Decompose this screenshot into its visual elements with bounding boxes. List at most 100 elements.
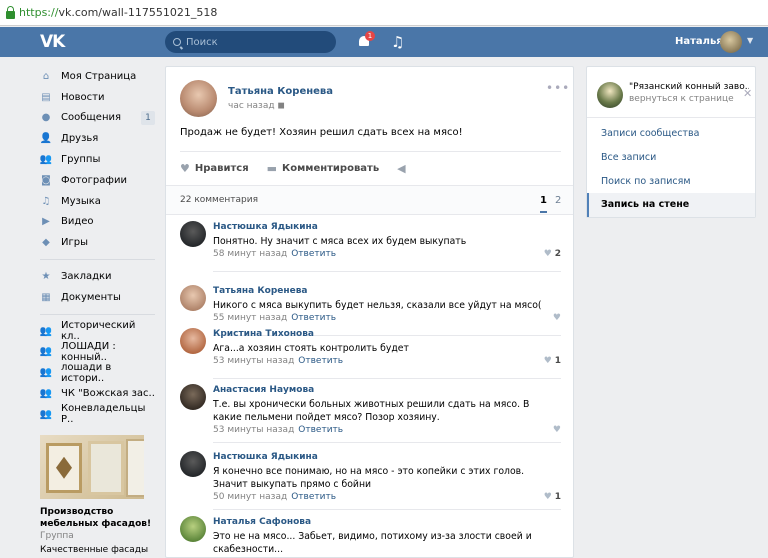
- sidebar-group-0[interactable]: 👥 Исторический кл..: [39, 320, 155, 342]
- comment-like-button[interactable]: ♥: [553, 425, 561, 435]
- lock-icon: [6, 5, 15, 19]
- sidebar-item-0[interactable]: ⌂ Моя Страница: [40, 66, 155, 87]
- all-posts-link[interactable]: Все записи: [601, 152, 656, 163]
- sidebar-item-4[interactable]: 👥 Группы: [40, 149, 155, 170]
- comment-author[interactable]: Татьяна Коренева: [213, 286, 308, 296]
- user-avatar[interactable]: [720, 31, 742, 53]
- sidebar-item-label: Фотографии: [61, 174, 127, 186]
- comment-time[interactable]: 53 минуты назад: [213, 356, 294, 366]
- sidebar-group-2[interactable]: 👥 лошади в истори..: [40, 362, 155, 384]
- sidebar-item-label: Моя Страница: [61, 70, 137, 82]
- chevron-down-icon[interactable]: ▼: [747, 36, 753, 45]
- comment-button[interactable]: ▬ Комментировать: [267, 162, 380, 175]
- comment-time[interactable]: 58 минут назад: [213, 249, 287, 259]
- sidebar-item-6[interactable]: ♫ Музыка: [40, 191, 155, 212]
- ad-block[interactable]: Производство мебельных фасадов! Группа К…: [40, 434, 155, 558]
- heart-icon: ♥: [552, 425, 561, 435]
- sidebar-group-4[interactable]: 👥 Коневладельцы Р..: [39, 403, 155, 426]
- comment-item: Татьяна Коренева Никого с мяса выкупить б…: [180, 279, 561, 336]
- comment-divider: [213, 442, 561, 443]
- community-posts-link[interactable]: Записи сообщества: [601, 128, 699, 139]
- reply-link[interactable]: Ответить: [298, 425, 343, 435]
- comment-author[interactable]: Настюшка Ядыкина: [213, 452, 318, 462]
- comment-author[interactable]: Настюшка Ядыкина: [213, 222, 318, 232]
- comment-text: Я конечно все понимаю, но на мясо - это …: [213, 466, 525, 490]
- sidebar-item-3[interactable]: 👤 Друзья: [40, 128, 155, 149]
- right-panel: "Рязанский конный заво... вернуться к ст…: [586, 66, 756, 218]
- comment-like-button[interactable]: ♥ 1: [544, 492, 561, 502]
- sidebar-group-3[interactable]: 👥 ЧК "Вожская зас..: [40, 383, 155, 404]
- sidebar-item-5[interactable]: ◙ Фотографии: [40, 170, 155, 191]
- comment-text: Это не на мясо... Забьет, видимо, потихо…: [213, 531, 532, 555]
- camera-icon: ◼: [277, 101, 285, 111]
- reply-link[interactable]: Ответить: [291, 249, 336, 259]
- sidebar-item-label: ЛОШАДИ : конный..: [61, 340, 116, 363]
- like-button[interactable]: ♥ Нравится: [180, 162, 249, 175]
- page-2-tab[interactable]: 2: [555, 195, 561, 206]
- comment-like-button[interactable]: ♥ 2: [544, 249, 561, 259]
- ad-type: Группа: [40, 530, 74, 541]
- group-avatar[interactable]: [597, 82, 623, 108]
- search-input[interactable]: Поиск: [165, 31, 336, 53]
- group-title[interactable]: "Рязанский конный заво...: [629, 82, 749, 92]
- comment-author[interactable]: Анастасия Наумова: [213, 385, 314, 395]
- comment-meta: 58 минут назад Ответить: [213, 249, 336, 259]
- comment-meta: 53 минуты назад Ответить: [213, 425, 343, 435]
- wall-post-tab[interactable]: Запись на стене: [587, 193, 755, 217]
- page-1-tab[interactable]: 1: [540, 195, 547, 213]
- post-actions: ♥ Нравится ▬ Комментировать ◀: [180, 151, 561, 185]
- camera-icon: ◙: [41, 174, 51, 186]
- close-icon[interactable]: ✕: [743, 87, 752, 100]
- post-text: Продаж не будет! Хозяин решил сдать всех…: [180, 127, 463, 138]
- comment-author[interactable]: Кристина Тихонова: [213, 329, 314, 339]
- ad-image[interactable]: [40, 434, 144, 499]
- reply-link[interactable]: Ответить: [298, 356, 343, 366]
- comment-time[interactable]: 53 минуты назад: [213, 425, 294, 435]
- home-icon: ⌂: [42, 70, 50, 82]
- sidebar-item-label: ЧК "Вожская зас..: [61, 388, 155, 400]
- sidebar-divider: [40, 259, 155, 261]
- comment-avatar[interactable]: [180, 285, 206, 311]
- post-author-name[interactable]: Татьяна Коренева: [228, 86, 333, 97]
- back-to-page-link[interactable]: вернуться к странице: [629, 94, 734, 104]
- star-icon: ★: [41, 271, 51, 283]
- post-author-avatar[interactable]: [180, 80, 217, 117]
- notifications-button[interactable]: 1: [358, 31, 375, 48]
- comment-author[interactable]: Наталья Сафонова: [213, 517, 311, 527]
- comment-avatar[interactable]: [180, 221, 206, 247]
- comment-avatar[interactable]: [180, 451, 206, 477]
- comment-avatar[interactable]: [180, 384, 206, 410]
- comment-text: Понятно. Ну значит с мяса всех их будем …: [213, 236, 467, 247]
- more-options-icon[interactable]: •••: [546, 81, 570, 95]
- search-icon: [173, 38, 181, 46]
- address-bar[interactable]: https:// vk.com/wall-117551021_518: [0, 0, 768, 26]
- sidebar-item-2[interactable]: ● Сообщения 1: [40, 108, 155, 129]
- friends-icon: 👤: [39, 133, 53, 145]
- share-button[interactable]: ◀: [397, 162, 410, 175]
- sidebar-item-1[interactable]: ▤ Новости: [40, 87, 155, 108]
- sidebar-item-8[interactable]: ◆ Игры: [40, 232, 155, 253]
- sidebar-link-1[interactable]: ▦ Документы: [40, 287, 155, 308]
- ad-title[interactable]: Производство мебельных фасадов!: [40, 506, 155, 530]
- music-player-icon[interactable]: ♫: [391, 33, 404, 51]
- sidebar-divider: [40, 313, 155, 315]
- comment-time[interactable]: 50 минут назад: [213, 492, 287, 502]
- group-icon: 👥: [39, 325, 53, 337]
- user-name[interactable]: Наталья: [675, 36, 723, 47]
- sidebar-item-label: Сообщения: [61, 112, 122, 124]
- sidebar-item-7[interactable]: ▶ Видео: [40, 212, 155, 233]
- sidebar-group-1[interactable]: 👥 ЛОШАДИ : конный..: [40, 340, 155, 363]
- search-posts-link[interactable]: Поиск по записям: [601, 176, 691, 187]
- reply-link[interactable]: Ответить: [291, 492, 336, 502]
- sidebar-item-label: Музыка: [61, 195, 101, 207]
- comment-item: Наталья Сафонова Это не на мясо... Забьет…: [180, 510, 561, 557]
- group-icon: 👥: [39, 408, 53, 420]
- comment-avatar[interactable]: [180, 328, 206, 354]
- comment-like-button[interactable]: ♥ 1: [544, 356, 561, 366]
- sidebar-item-label: Документы: [61, 291, 121, 303]
- post-time[interactable]: час назад ◼: [228, 101, 285, 111]
- comment-avatar[interactable]: [180, 516, 206, 542]
- sidebar-link-0[interactable]: ★ Закладки: [40, 266, 155, 287]
- vk-logo[interactable]: VK: [40, 32, 68, 52]
- sidebar-item-label: Коневладельцы Р..: [61, 403, 146, 426]
